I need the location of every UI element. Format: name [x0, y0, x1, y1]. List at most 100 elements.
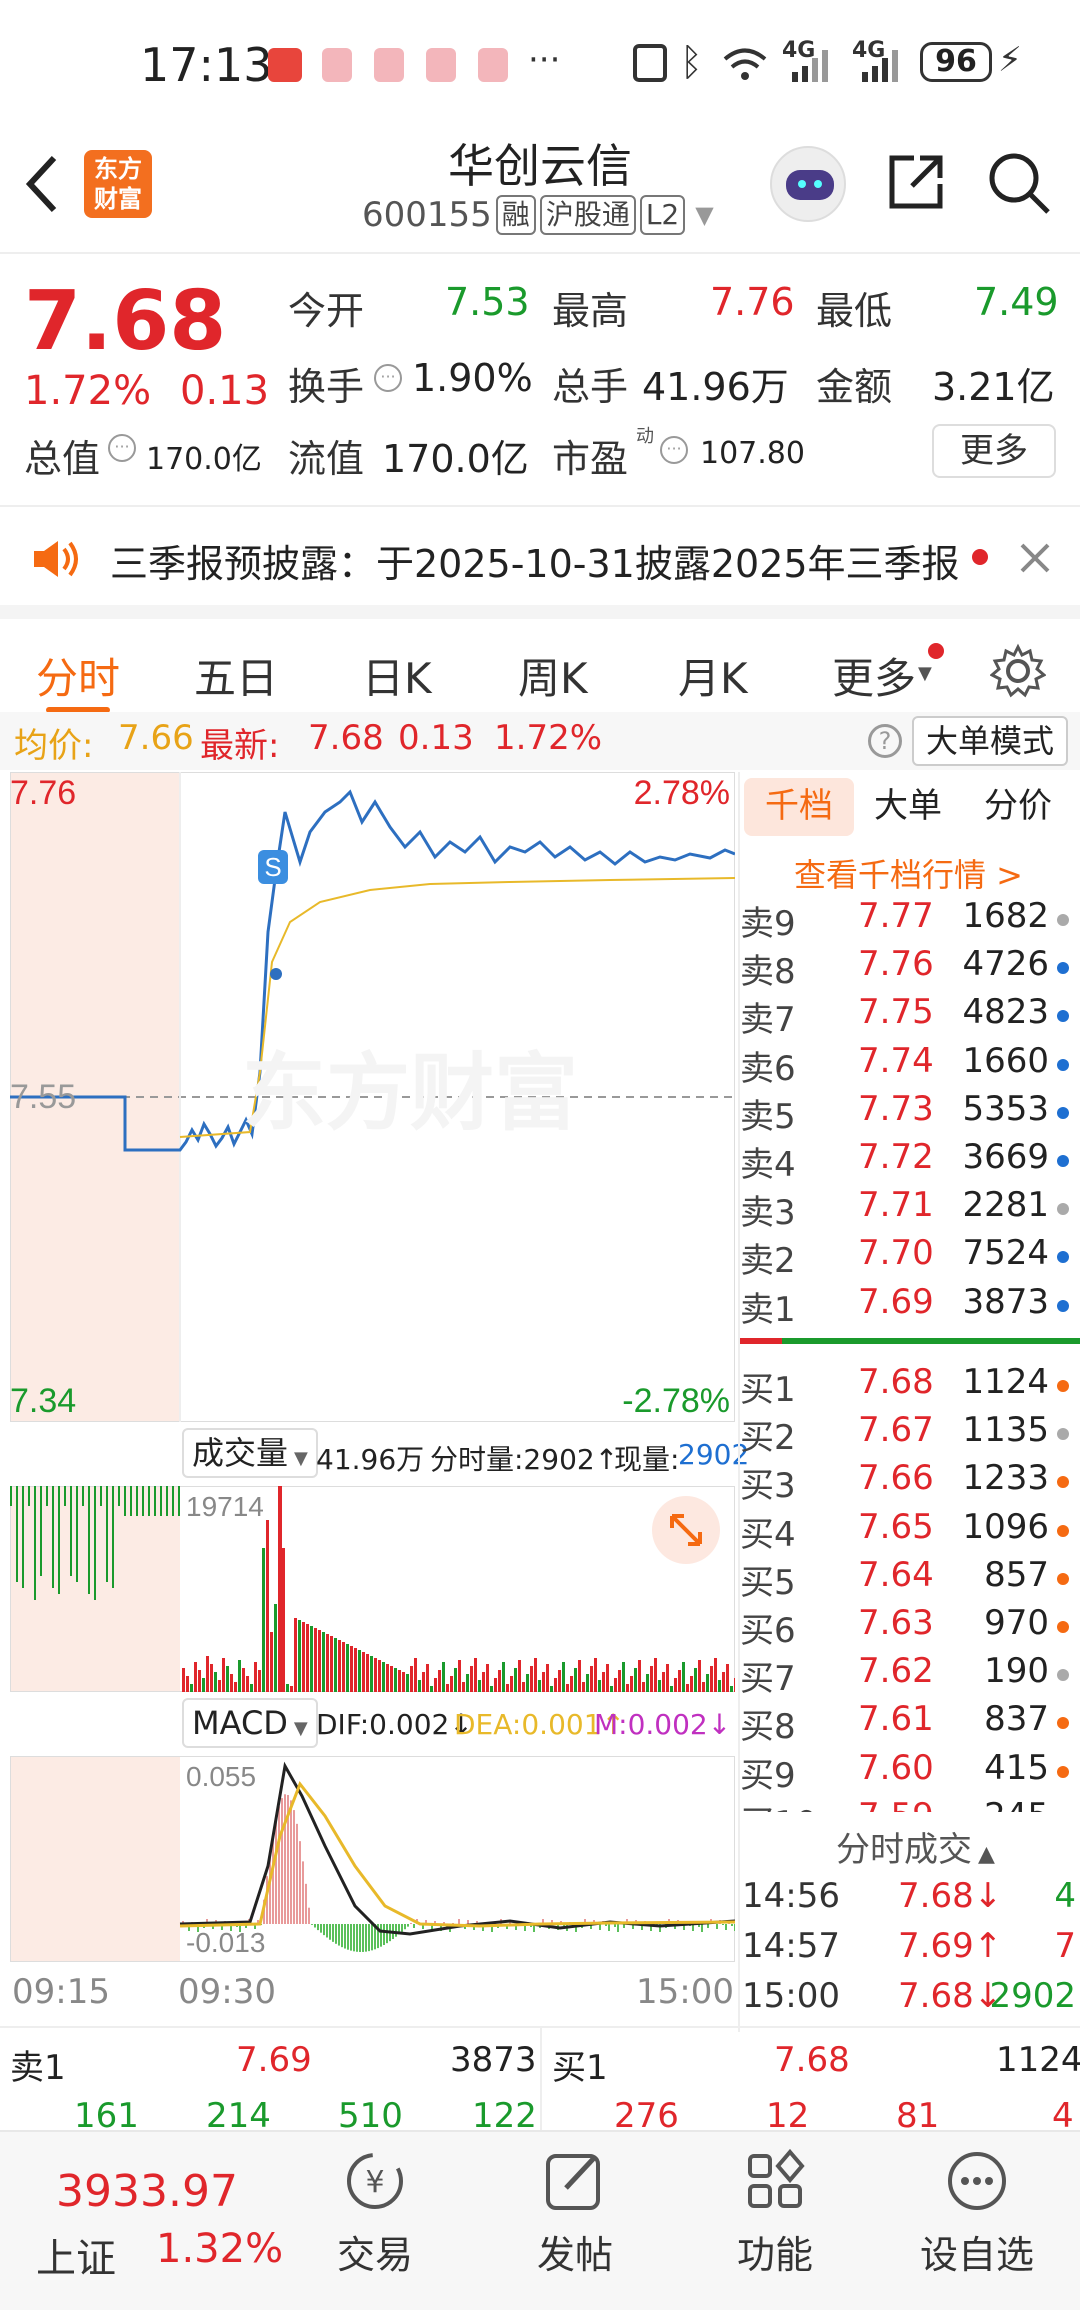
index-ticker[interactable]: 3933.97 上证 1.32% [30, 2138, 290, 2288]
level-price: 7.74 [858, 1040, 934, 1081]
share-icon[interactable] [884, 150, 948, 214]
tab-five-day[interactable]: 五日 [194, 645, 278, 706]
notice-bar[interactable]: 三季报预披露：于2025-10-31披露2025年三季报 [0, 505, 1080, 605]
chevron-up-icon: ▲ [978, 1842, 995, 1867]
buy1-price: 7.68 [774, 2040, 850, 2080]
tick-price: 7.68↓ [898, 1976, 1003, 2016]
level-volume: 1096 [962, 1506, 1049, 1547]
tab-more[interactable]: 更多 [832, 645, 916, 706]
info-icon[interactable]: ··· [374, 364, 402, 392]
bid-row[interactable]: 买4 7.65 1096 [740, 1507, 1075, 1555]
order-dot-icon [1057, 1524, 1069, 1537]
bid-row[interactable]: 买8 7.61 837 [740, 1699, 1075, 1747]
macd-dif: DIF:0.002↓ [316, 1708, 473, 1741]
level-label: 卖2 [740, 1241, 796, 1282]
tick-time: 14:56 [742, 1876, 840, 1916]
bid-row[interactable]: 买10 7.59 245 [740, 1796, 1075, 1812]
y-axis-mid: 7.55 [10, 1078, 76, 1116]
level-label: 卖8 [740, 952, 796, 993]
book-tab-depth[interactable]: 千档 [744, 778, 854, 836]
nav-functions[interactable]: 功能 [710, 2132, 840, 2279]
signal-icon [862, 50, 898, 82]
level-label: 卖7 [740, 1000, 796, 1041]
macd-chart[interactable]: 0.055 -0.013 [10, 1756, 735, 1962]
bid-row[interactable]: 买9 7.60 415 [740, 1748, 1075, 1796]
tick-header[interactable]: 分时成交 ▲ [836, 1822, 995, 1871]
info-icon[interactable]: ··· [660, 436, 688, 464]
settings-gear-icon[interactable] [990, 643, 1046, 699]
search-icon[interactable] [986, 150, 1052, 216]
order-dot-icon [1057, 1717, 1069, 1730]
ask-row[interactable]: 卖2 7.70 7524 [740, 1233, 1075, 1281]
order-dot-icon [1057, 914, 1069, 926]
notification-icon [374, 48, 404, 82]
volume-indicator-select[interactable]: 成交量 ▼ [182, 1428, 318, 1478]
low-value: 7.49 [974, 280, 1059, 324]
bottom-nav: 3933.97 上证 1.32% ¥ 交易 发帖 功能 设自选 [0, 2130, 1080, 2310]
bid-row[interactable]: 买3 7.66 1233 [740, 1458, 1075, 1506]
level-volume: 415 [984, 1747, 1049, 1788]
bid-row[interactable]: 买1 7.68 1124 [740, 1362, 1075, 1410]
level-label: 卖6 [740, 1048, 796, 1089]
ask-row[interactable]: 卖7 7.75 4823 [740, 992, 1075, 1040]
nav-add-watchlist[interactable]: 设自选 [912, 2132, 1042, 2279]
tab-weekly-k[interactable]: 周K [518, 645, 588, 706]
more-button[interactable]: 更多 [932, 424, 1056, 478]
tick-volume: 7 [1054, 1926, 1076, 1966]
nav-post[interactable]: 发帖 [510, 2132, 640, 2279]
ask-row[interactable]: 卖6 7.74 1660 [740, 1041, 1075, 1089]
watermark: 东方财富 [242, 1046, 578, 1140]
tab-intraday[interactable]: 分时 [36, 645, 120, 706]
big-order-mode-button[interactable]: 大单模式 [912, 716, 1068, 766]
tick-volume: 2902 [989, 1976, 1076, 2016]
ask-row[interactable]: 卖8 7.76 4726 [740, 944, 1075, 992]
more-circle-icon [948, 2152, 1006, 2210]
change-percent: 1.72% [24, 368, 152, 414]
order-dot-icon [1057, 1010, 1069, 1023]
intraday-price-chart[interactable]: S 7.76 7.55 7.34 2.78% -2.78% 东方财富 [10, 772, 735, 1422]
edit-icon [546, 2154, 600, 2210]
index-name: 上证 [36, 2236, 116, 2282]
ai-assistant-avatar[interactable] [770, 146, 846, 222]
book-tab-price-distribution[interactable]: 分价 [984, 778, 1052, 834]
bid-row[interactable]: 买6 7.63 970 [740, 1603, 1075, 1651]
ask-row[interactable]: 卖9 7.77 1682 [740, 896, 1075, 944]
info-icon[interactable]: ··· [108, 434, 136, 462]
volume-chart[interactable]: 19714 [10, 1486, 735, 1692]
level-price: 7.59 [858, 1796, 934, 1812]
ask-row[interactable]: 卖1 7.69 3873 [740, 1282, 1075, 1330]
sell1-label: 卖1 [10, 2048, 66, 2088]
wifi-icon [723, 48, 767, 80]
close-icon[interactable] [1018, 541, 1052, 575]
macd-indicator-select[interactable]: MACD ▼ [182, 1698, 318, 1748]
bid-row[interactable]: 买5 7.64 857 [740, 1555, 1075, 1603]
tick-price: 7.69↑ [898, 1926, 1003, 1966]
level1-book-summary: 卖1 7.69 3873 买1 7.68 1124 161 214 510 12… [0, 2026, 1080, 2136]
tick-volume: 分时量:2902↑ [430, 1443, 619, 1476]
nav-trade[interactable]: ¥ 交易 [310, 2132, 440, 2279]
nfc-icon [633, 44, 667, 82]
signal-icon [792, 50, 828, 82]
ask-row[interactable]: 卖5 7.73 5353 [740, 1089, 1075, 1137]
macd-selector-label: MACD [192, 1704, 288, 1742]
level-label: 买10 [740, 1796, 817, 1812]
bid-row[interactable]: 买7 7.62 190 [740, 1651, 1075, 1699]
order-dot-icon [1057, 1572, 1069, 1585]
view-depth-link[interactable]: 查看千档行情 > [794, 850, 1023, 896]
ask-row[interactable]: 卖3 7.71 2281 [740, 1185, 1075, 1233]
level-volume: 1660 [962, 1040, 1049, 1081]
open-value: 7.53 [445, 280, 530, 324]
help-icon[interactable]: ? [868, 724, 902, 758]
book-tab-large-orders[interactable]: 大单 [874, 778, 942, 834]
latest-value: 7.68 [308, 718, 384, 758]
bid-row[interactable]: 买2 7.67 1135 [740, 1410, 1075, 1458]
tick-trades-panel: 分时成交 ▲ 14:56 7.68↓ 4 14:57 7.69↑ 7 15:00 7.68↓ 29… [740, 1812, 1080, 2032]
index-pct: 1.32% [156, 2226, 284, 2272]
level-volume: 1233 [962, 1458, 1049, 1499]
tab-daily-k[interactable]: 日K [362, 645, 432, 706]
charging-icon: ⚡ [998, 40, 1022, 80]
chevron-down-icon[interactable]: ▼ [695, 201, 713, 229]
tab-monthly-k[interactable]: 月K [678, 645, 748, 706]
level-volume: 857 [984, 1554, 1049, 1595]
ask-row[interactable]: 卖4 7.72 3669 [740, 1137, 1075, 1185]
